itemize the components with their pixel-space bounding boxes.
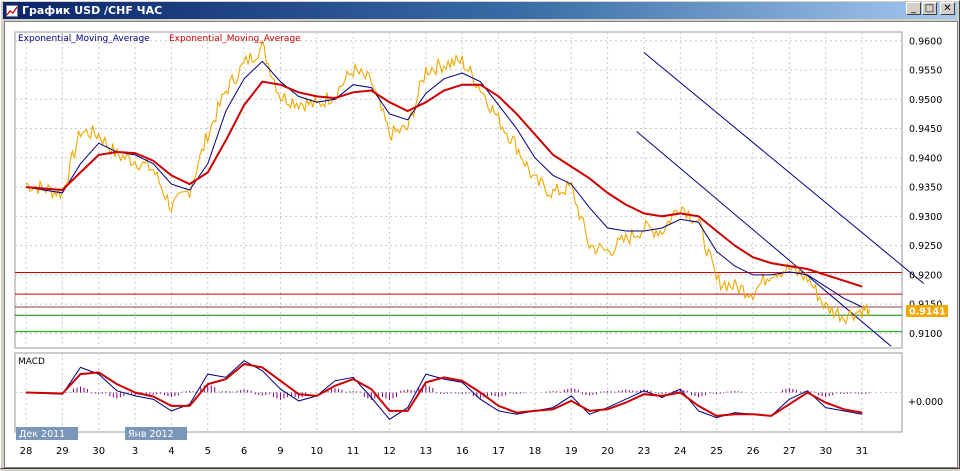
date-tick-label: 9 [277, 446, 283, 457]
window-title: График USD /CHF ЧАС [22, 4, 163, 17]
price-tick-label: 0.9450 [909, 124, 942, 135]
price-tick-label: 0.9200 [909, 270, 942, 281]
date-tick-label: 18 [529, 446, 542, 457]
legend-ema-fast: Exponential_Moving_Average [18, 34, 150, 44]
close-button[interactable]: ✕ [940, 2, 955, 15]
main-panel [14, 31, 903, 349]
date-tick-label: 13 [419, 446, 432, 457]
date-tick-label: 10 [310, 446, 323, 457]
date-tick-label: 30 [92, 446, 105, 457]
date-tick-label: 26 [747, 446, 760, 457]
date-tick-label: 4 [168, 446, 174, 457]
date-tick-label: 20 [601, 446, 614, 457]
price-tick-label: 0.9250 [909, 241, 942, 252]
price-tick-label: 0.9350 [909, 183, 942, 194]
date-tick-label: 29 [56, 446, 69, 457]
maximize-button[interactable]: □ [922, 2, 937, 15]
price-tick-label: 0.9300 [909, 212, 942, 223]
date-tick-label: 30 [819, 446, 832, 457]
price-axis: 0.9600 0.9550 0.9500 0.9450 0.9400 0.9350 0.93… [909, 36, 942, 340]
price-tick-label: 0.9400 [909, 153, 942, 164]
legend-ema-slow: Exponential_Moving_Average [169, 34, 301, 44]
date-tick-label: 3 [132, 446, 138, 457]
title-bar[interactable]: График USD /CHF ЧАС [3, 2, 957, 19]
minimize-button[interactable]: _ [906, 2, 921, 15]
date-tick-label: 28 [20, 446, 33, 457]
date-tick-label: 31 [856, 446, 869, 457]
chart-window: График USD /CHF ЧАС _ □ ✕ 0.9600 0.9550 0.… [0, 0, 960, 469]
date-tick-label: 5 [205, 446, 211, 457]
date-tick-label: 24 [674, 446, 687, 457]
price-tick-label: 0.9600 [909, 36, 942, 47]
price-chart[interactable]: 0.9600 0.9550 0.9500 0.9450 0.9400 0.9350 0.93… [5, 22, 957, 467]
macd-label: MACD [18, 357, 45, 367]
price-tick-label: 0.9100 [909, 329, 942, 340]
price-tick-label: 0.9500 [909, 95, 942, 106]
period-label: Дек 2011 [19, 429, 65, 440]
date-tick-label: 6 [241, 446, 247, 457]
date-tick-label: 12 [383, 446, 396, 457]
date-tick-label: 16 [456, 446, 469, 457]
current-price-label: 0.9141 [909, 307, 946, 318]
date-tick-label: 19 [565, 446, 578, 457]
date-tick-label: 25 [710, 446, 723, 457]
date-tick-label: 17 [492, 446, 505, 457]
macd-zero-label: +0.000 [908, 397, 943, 408]
chart-area[interactable]: 0.9600 0.9550 0.9500 0.9450 0.9400 0.9350 0.93… [4, 21, 958, 468]
date-axis: 28 29 30 3 4 5 6 9 10 11 12 13 16 17 18 19 20 23 24 25 26 27 3… [20, 446, 869, 457]
price-tick-label: 0.9550 [909, 66, 942, 77]
date-tick-label: 11 [347, 446, 360, 457]
date-tick-label: 23 [638, 446, 651, 457]
date-tick-label: 27 [783, 446, 796, 457]
chart-window-icon [6, 4, 18, 17]
period-label: Янв 2012 [128, 429, 174, 440]
